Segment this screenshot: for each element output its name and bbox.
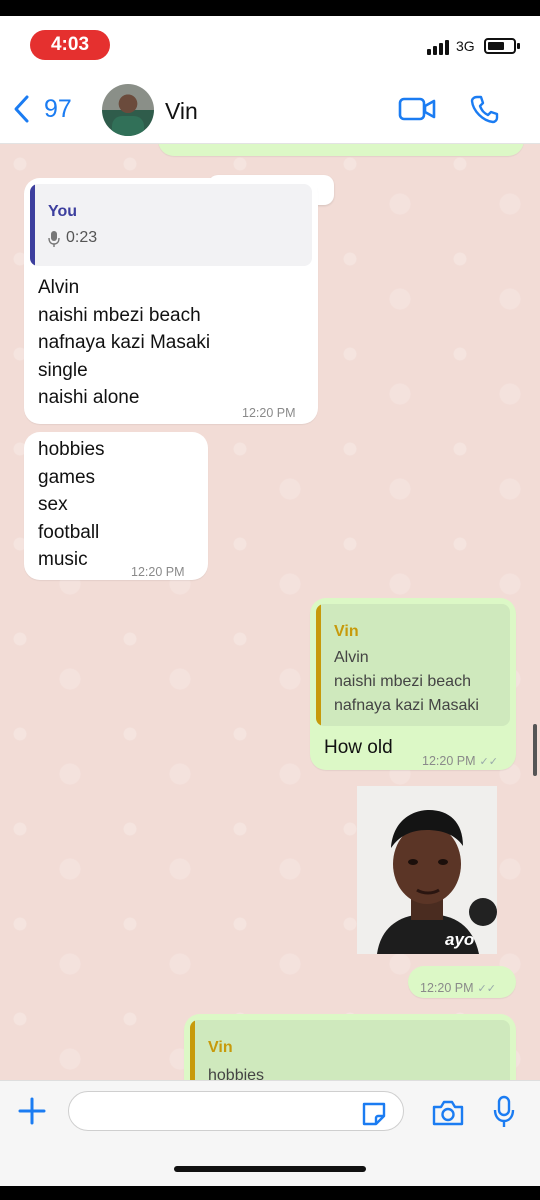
image-message[interactable]: ayo (357, 786, 497, 954)
attach-button[interactable] (16, 1095, 48, 1132)
voice-duration: 0:23 (66, 229, 98, 246)
sticker-icon (362, 1102, 386, 1126)
message-bubble-outgoing[interactable]: 12:20 PM ✓✓ (408, 966, 516, 998)
double-check-icon: ✓✓ (477, 983, 496, 995)
chat-header: 97 Vin (0, 78, 540, 144)
scrollbar[interactable] (533, 724, 537, 776)
sticker-button[interactable] (360, 1100, 388, 1133)
unread-count: 97 (44, 94, 72, 123)
quote-author: Vin (208, 1039, 233, 1056)
message-time: 12:20 PM ✓✓ (422, 748, 498, 777)
message-time: 12:20 PM ✓✓ (420, 975, 496, 1004)
quoted-message[interactable]: Vin hobbies games (190, 1020, 510, 1082)
message-bubble-incoming[interactable]: hobbies games sex football music 12:20 P… (24, 432, 208, 580)
quote-author: Vin (334, 623, 359, 640)
video-call-button[interactable] (398, 96, 436, 127)
message-text: Alvin naishi mbezi beach nafnaya kazi Ma… (38, 277, 211, 408)
voice-call-button[interactable] (470, 94, 500, 129)
double-check-icon: ✓✓ (479, 756, 498, 768)
quote-author: You (48, 203, 78, 220)
camera-icon (432, 1100, 464, 1126)
mic-icon (493, 1095, 515, 1127)
battery-icon (484, 38, 520, 54)
network-type: 3G (456, 38, 475, 54)
message-bubble-outgoing[interactable]: Vin hobbies games (184, 1014, 516, 1082)
image-watermark: ayo (445, 930, 475, 949)
mic-icon (48, 231, 60, 247)
video-call-icon (398, 97, 436, 121)
message-time: 12:20 PM (131, 565, 185, 579)
quoted-message[interactable]: You 0:23 (30, 184, 312, 266)
message-text: How old (324, 737, 393, 758)
message-bubble-partial (158, 144, 524, 156)
avatar[interactable] (102, 84, 154, 136)
contact-name[interactable]: Vin (165, 98, 198, 125)
phone-icon (470, 95, 499, 124)
message-bubble-incoming[interactable]: You 0:23 Alvin naishi mbezi beach nafnay… (24, 178, 318, 424)
message-bubble-outgoing[interactable]: Vin Alvin naishi mbezi beach nafnaya kaz… (310, 598, 516, 770)
signal-icon (427, 40, 449, 55)
composer-bar (0, 1080, 540, 1186)
message-input[interactable] (68, 1091, 404, 1131)
camera-button[interactable] (431, 1099, 465, 1132)
voice-record-button[interactable] (492, 1095, 516, 1134)
person-photo (357, 786, 497, 954)
message-time: 12:20 PM (242, 406, 296, 420)
quote-text: Alvin naishi mbezi beach nafnaya kazi Ma… (334, 649, 479, 714)
status-bar: 4:03 3G (0, 16, 540, 78)
chat-area[interactable]: Wednesday You 0:23 Alvin naishi mbezi be… (0, 144, 540, 1082)
message-text: hobbies games sex football music (38, 439, 105, 570)
plus-icon (18, 1097, 46, 1125)
back-button[interactable]: 97 (12, 94, 72, 124)
status-time: 4:03 (30, 30, 110, 60)
quoted-message[interactable]: Vin Alvin naishi mbezi beach nafnaya kaz… (316, 604, 510, 726)
home-indicator[interactable] (174, 1166, 366, 1172)
back-chevron-icon (14, 95, 29, 123)
phone-screen: 4:03 3G 97 Vin Wednesday You (0, 16, 540, 1186)
